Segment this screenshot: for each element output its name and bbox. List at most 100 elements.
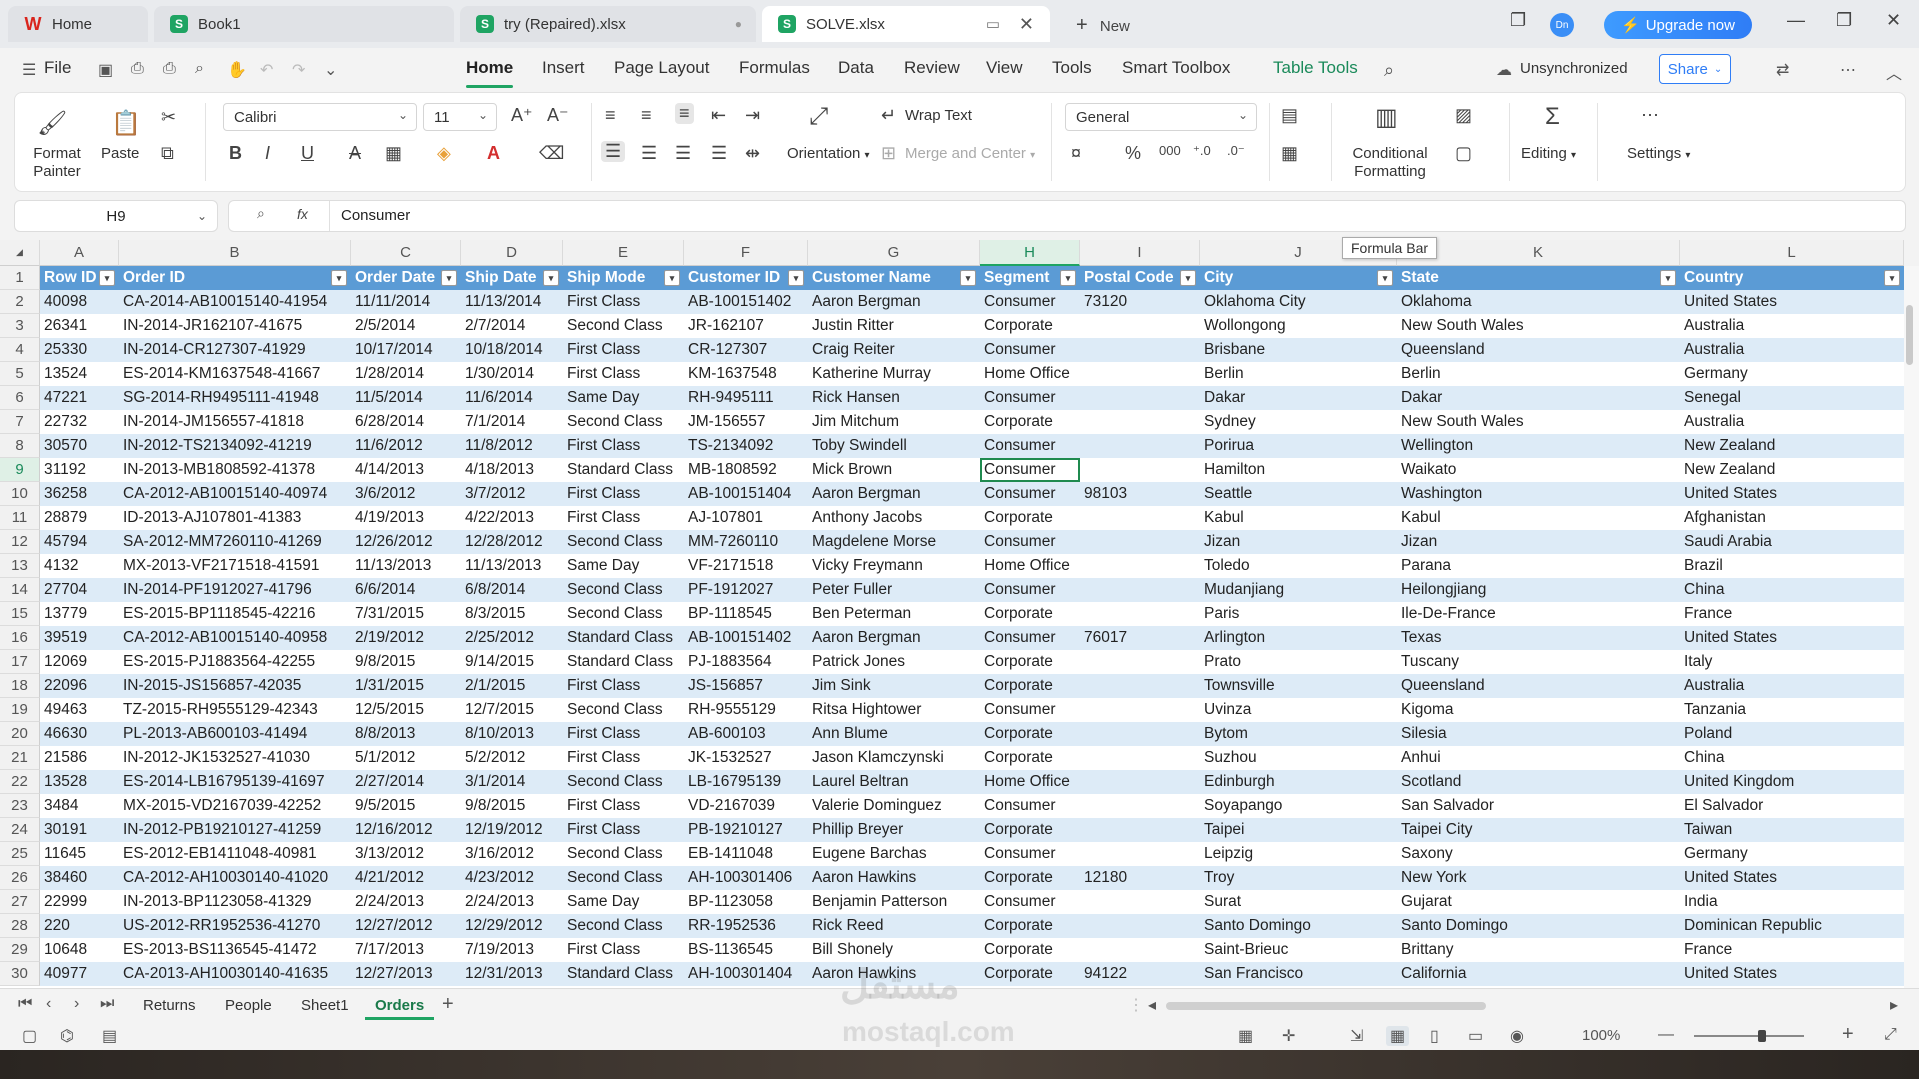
table-cell[interactable]: AB-600103 [684,722,808,746]
table-cell[interactable]: 4/21/2012 [351,866,461,890]
table-cell[interactable]: Ann Blume [808,722,980,746]
fill-color-icon[interactable]: ◈ [437,143,451,164]
table-cell[interactable]: Queensland [1397,338,1680,362]
hand-icon[interactable]: ✋ [227,60,247,80]
sheet-tab-people[interactable]: People [225,997,272,1014]
table-cell[interactable]: Tuscany [1397,650,1680,674]
table-cell[interactable]: IN-2014-CR127307-41929 [119,338,351,362]
table-cell[interactable]: Craig Reiter [808,338,980,362]
align-center-icon[interactable]: ☰ [641,143,657,164]
table-cell[interactable]: Australia [1680,314,1904,338]
table-cell[interactable]: First Class [563,338,684,362]
format-painter-button[interactable]: Format Painter [17,145,97,181]
prev-sheet-icon[interactable]: ‹ [46,995,51,1013]
table-cell[interactable]: First Class [563,482,684,506]
table-cell[interactable]: US-2012-RR1952536-41270 [119,914,351,938]
table-cell[interactable]: 36258 [40,482,119,506]
table-cell[interactable]: United States [1680,962,1904,986]
table-cell[interactable]: Consumer [980,290,1080,314]
page-layout-view-icon[interactable]: ▯ [1430,1026,1439,1046]
row-header[interactable]: 8 [0,434,40,458]
table-cell[interactable]: Berlin [1397,362,1680,386]
table-cell[interactable]: MX-2015-VD2167039-42252 [119,794,351,818]
table-cell[interactable]: Germany [1680,362,1904,386]
table-cell[interactable]: Gujarat [1397,890,1680,914]
table-cell[interactable]: Saxony [1397,842,1680,866]
column-header-i[interactable]: I [1080,240,1200,266]
table-cell[interactable]: 12/31/2013 [461,962,563,986]
table-cell[interactable]: Oklahoma [1397,290,1680,314]
outdent-icon[interactable]: ⇤ [711,105,726,126]
collapse-ribbon-icon[interactable]: ︿ [1886,60,1902,84]
table-cell[interactable]: 39519 [40,626,119,650]
table-cell[interactable]: United States [1680,626,1904,650]
decrease-font-icon[interactable]: A⁻ [547,105,569,126]
table-cell[interactable]: 4132 [40,554,119,578]
table-cell[interactable]: Townsville [1200,674,1397,698]
strikethrough-icon[interactable]: A [349,143,361,164]
table-cell[interactable]: 73120 [1080,290,1200,314]
table-cell[interactable]: PJ-1883564 [684,650,808,674]
table-cell[interactable]: 46630 [40,722,119,746]
table-cell[interactable]: CA-2014-AB10015140-41954 [119,290,351,314]
table-cell[interactable]: Corporate [980,314,1080,338]
table-cell[interactable]: IN-2013-BP1123058-41329 [119,890,351,914]
table-cell[interactable]: Consumer [980,338,1080,362]
table-view-icon[interactable]: ▦ [1238,1026,1253,1046]
sheet-tab-orders[interactable]: Orders [364,997,435,1020]
table-cell[interactable]: 21586 [40,746,119,770]
table-cell[interactable]: 11/13/2013 [461,554,563,578]
row-col-icon[interactable]: ▤ [1281,105,1298,126]
table-cell[interactable]: 13779 [40,602,119,626]
table-cell[interactable]: First Class [563,290,684,314]
table-cell[interactable]: Porirua [1200,434,1397,458]
table-cell[interactable]: Jason Klamczynski [808,746,980,770]
table-cell[interactable] [1080,410,1200,434]
table-cell[interactable]: IN-2012-TS2134092-41219 [119,434,351,458]
table-cell[interactable]: LB-16795139 [684,770,808,794]
table-cell[interactable]: Home Office [980,554,1080,578]
table-cell[interactable]: 12/19/2012 [461,818,563,842]
table-cell[interactable]: 38460 [40,866,119,890]
table-cell[interactable]: Standard Class [563,650,684,674]
table-cell[interactable]: Edinburgh [1200,770,1397,794]
filter-dropdown-icon[interactable]: ▾ [788,270,804,286]
row-header[interactable]: 5 [0,362,40,386]
currency-icon[interactable]: ¤ [1071,143,1081,164]
filter-dropdown-icon[interactable]: ▾ [960,270,976,286]
table-cell[interactable]: Australia [1680,674,1904,698]
table-cell[interactable]: IN-2012-JK1532527-41030 [119,746,351,770]
table-cell[interactable]: 47221 [40,386,119,410]
table-cell[interactable]: 1/28/2014 [351,362,461,386]
table-cell[interactable]: Soyapango [1200,794,1397,818]
table-cell[interactable]: Corporate [980,722,1080,746]
table-cell[interactable]: 13524 [40,362,119,386]
table-cell[interactable]: 22999 [40,890,119,914]
next-sheet-icon[interactable]: › [74,995,79,1013]
table-cell[interactable]: Kabul [1200,506,1397,530]
table-cell[interactable]: Corporate [980,506,1080,530]
table-cell[interactable]: 3/16/2012 [461,842,563,866]
table-cell[interactable]: 10648 [40,938,119,962]
table-cell[interactable]: 8/8/2013 [351,722,461,746]
table-cell[interactable]: 26341 [40,314,119,338]
table-cell[interactable]: IN-2015-JS156857-42035 [119,674,351,698]
more-options-icon[interactable]: ⋮ [1128,995,1144,1015]
table-cell[interactable] [1080,458,1200,482]
horizontal-scrollbar[interactable] [1166,1002,1486,1010]
table-cell[interactable]: SA-2012-MM7260110-41269 [119,530,351,554]
select-all-corner[interactable]: ◢ [0,240,40,266]
table-cell[interactable] [1080,362,1200,386]
filter-dropdown-icon[interactable]: ▾ [331,270,347,286]
save-icon[interactable]: ▣ [98,60,113,80]
table-cell[interactable] [1080,314,1200,338]
column-header-d[interactable]: D [461,240,563,266]
font-color-icon[interactable]: A [487,143,500,164]
table-header-cell[interactable]: Ship Date ▾ [461,266,563,290]
table-cell[interactable]: Afghanistan [1680,506,1904,530]
table-cell[interactable]: Seattle [1200,482,1397,506]
table-cell[interactable]: Surat [1200,890,1397,914]
table-cell[interactable]: Corporate [980,674,1080,698]
redo-icon[interactable]: ↷ [292,60,305,80]
table-cell[interactable]: First Class [563,434,684,458]
